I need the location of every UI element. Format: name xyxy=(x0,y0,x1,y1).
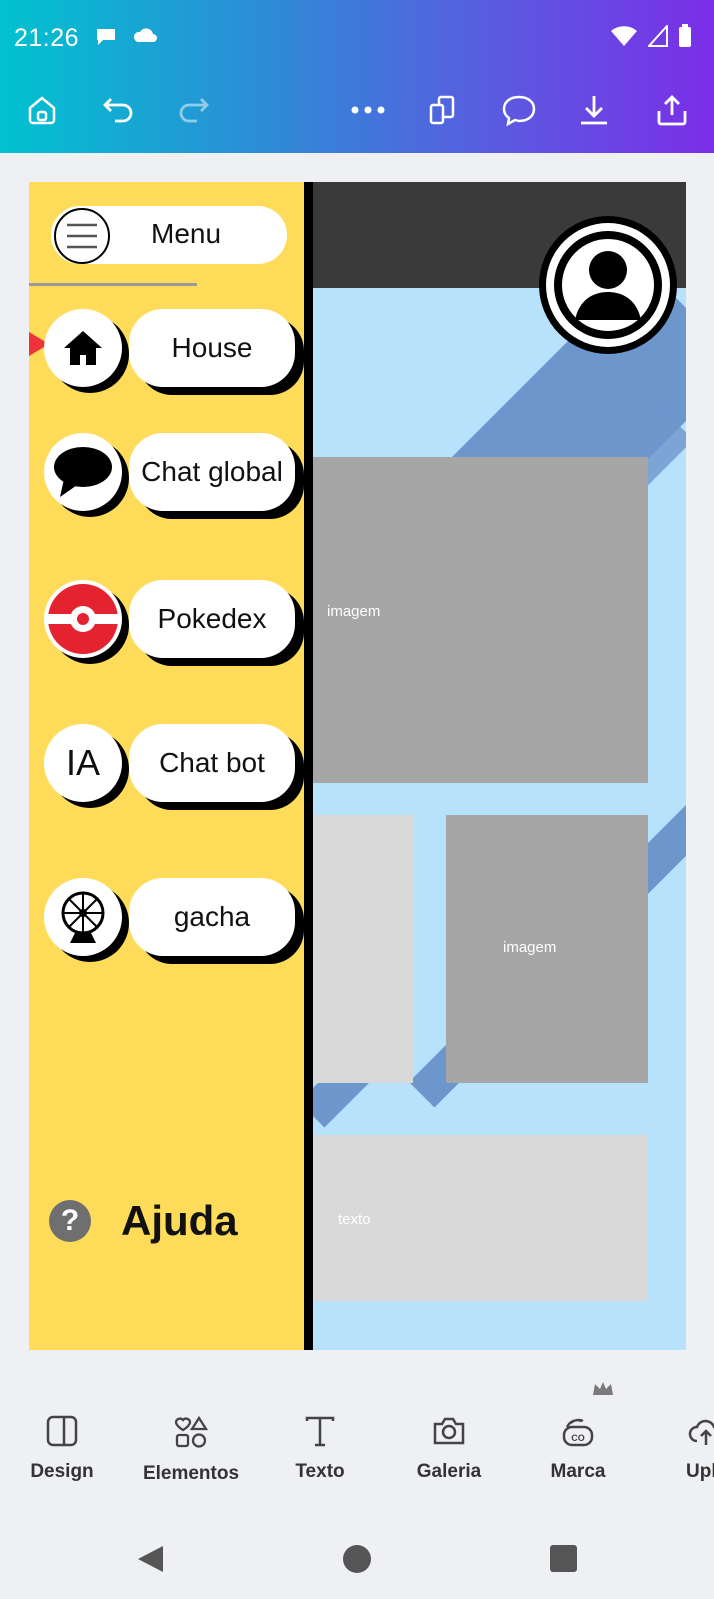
crown-icon xyxy=(593,1382,613,1395)
text-placeholder-label: texto xyxy=(338,1211,371,1228)
camera-icon xyxy=(433,1417,465,1445)
wifi-icon xyxy=(611,26,637,46)
chat-notification-icon xyxy=(97,29,115,45)
svg-text:CO: CO xyxy=(571,1433,585,1443)
tab-marca[interactable]: CO Marca xyxy=(518,1382,638,1483)
nav-label: Chat global xyxy=(129,433,295,511)
gacha-wheel-icon xyxy=(44,878,122,956)
editor-toolbar xyxy=(0,88,714,138)
elements-icon xyxy=(174,1415,208,1448)
battery-icon xyxy=(679,24,691,47)
menu-separator xyxy=(29,283,197,286)
pokeball-icon xyxy=(44,580,122,658)
home-circle-icon[interactable] xyxy=(342,1544,372,1574)
pages-icon[interactable] xyxy=(421,88,465,132)
nav-item-gacha[interactable]: gacha xyxy=(29,878,304,958)
user-icon xyxy=(554,231,662,339)
design-canvas[interactable]: imagem imagem texto Menu House Chat glob… xyxy=(29,182,686,1350)
upload-icon xyxy=(688,1419,714,1445)
help-label[interactable]: Ajuda xyxy=(121,1197,238,1245)
brand-icon: CO xyxy=(562,1418,594,1447)
menu-label: Menu xyxy=(151,218,222,249)
more-icon[interactable] xyxy=(346,88,390,132)
image-placeholder-1[interactable]: imagem xyxy=(313,457,648,783)
nav-label: Pokedex xyxy=(129,580,295,658)
nav-item-pokedex[interactable]: Pokedex xyxy=(29,580,304,660)
nav-label: gacha xyxy=(129,878,295,956)
hamburger-icon[interactable] xyxy=(54,208,110,264)
comment-icon[interactable] xyxy=(497,88,541,132)
profile-avatar[interactable] xyxy=(539,216,677,354)
text-icon xyxy=(305,1416,335,1447)
image-placeholder-narrow[interactable] xyxy=(313,815,413,1083)
image-placeholder-label: imagem xyxy=(327,603,381,620)
nav-label: Chat bot xyxy=(129,724,295,802)
app-header: 21:26 xyxy=(0,0,714,153)
undo-icon[interactable] xyxy=(97,88,141,132)
house-icon xyxy=(44,309,122,387)
nav-item-chat-bot[interactable]: IA Chat bot xyxy=(29,724,304,804)
redo-icon[interactable] xyxy=(171,88,215,132)
help-icon[interactable]: ? xyxy=(49,1200,91,1242)
status-notification-icons xyxy=(94,26,158,48)
design-icon xyxy=(46,1415,78,1447)
chat-bubble-icon xyxy=(44,433,122,511)
image-placeholder-2[interactable]: imagem xyxy=(446,815,648,1083)
back-icon[interactable] xyxy=(136,1544,166,1574)
status-time: 21:26 xyxy=(14,24,80,52)
tab-texto[interactable]: Texto xyxy=(260,1395,380,1483)
bottom-tool-nav: Design Elementos Texto Galeria CO Marca … xyxy=(0,1382,714,1505)
download-icon[interactable] xyxy=(572,88,616,132)
sidebar-divider xyxy=(304,182,313,1350)
nav-label: House xyxy=(129,309,295,387)
cloud-icon xyxy=(133,28,157,42)
recents-icon[interactable] xyxy=(550,1545,577,1572)
system-navigation-bar xyxy=(0,1530,714,1590)
tab-uploads[interactable]: Uploa xyxy=(646,1395,714,1483)
nav-item-chat-global[interactable]: Chat global xyxy=(29,433,304,513)
tab-galeria[interactable]: Galeria xyxy=(389,1395,509,1483)
home-icon[interactable] xyxy=(20,88,64,132)
tab-elementos[interactable]: Elementos xyxy=(131,1395,251,1485)
system-status-icons xyxy=(610,24,692,48)
sidebar-menu: Menu House Chat global Pokedex IA Chat b… xyxy=(29,182,304,1350)
share-icon[interactable] xyxy=(650,88,694,132)
ia-icon: IA xyxy=(44,724,122,802)
text-placeholder[interactable]: texto xyxy=(313,1135,648,1301)
tab-design[interactable]: Design xyxy=(2,1395,122,1483)
signal-icon xyxy=(648,25,668,47)
image-placeholder-label: imagem xyxy=(503,939,557,956)
nav-item-house[interactable]: House xyxy=(29,309,304,389)
